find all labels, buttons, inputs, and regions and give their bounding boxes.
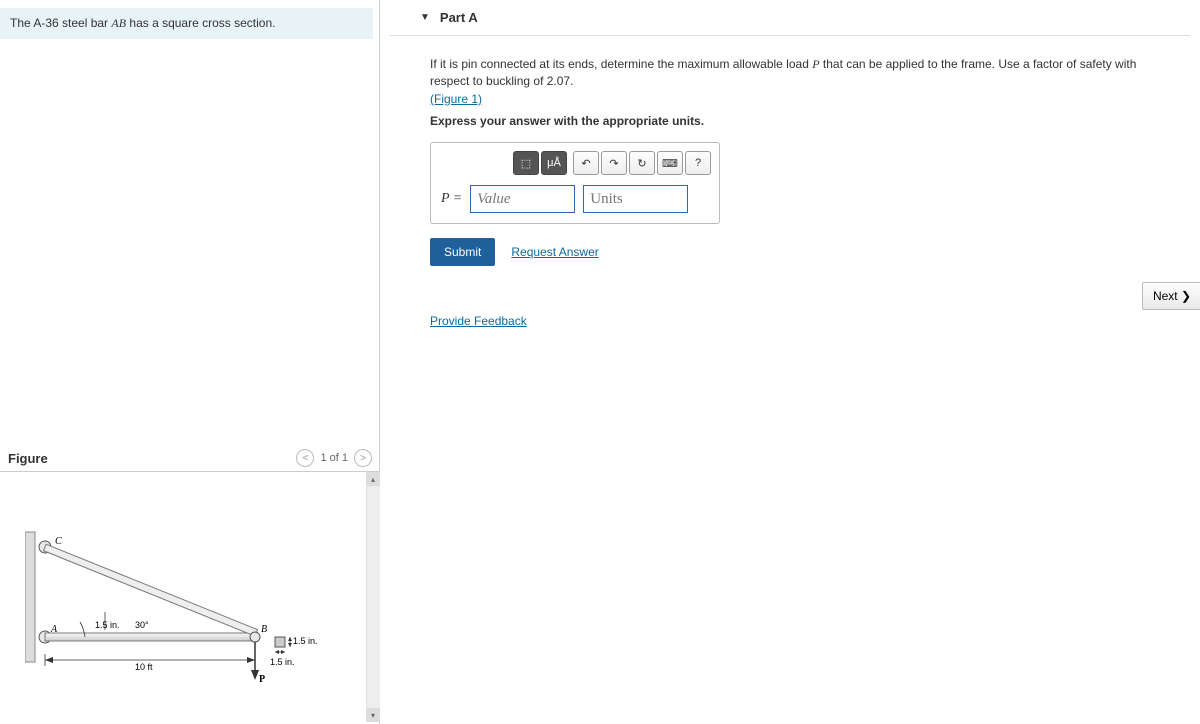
redo-button[interactable]: ↷	[601, 151, 627, 175]
figure-title: Figure	[8, 451, 48, 466]
units-symbol-button[interactable]: μÅ	[541, 151, 567, 175]
part-content: If it is pin connected at its ends, dete…	[390, 36, 1190, 348]
problem-statement: The A-36 steel bar AB has a square cross…	[0, 8, 373, 39]
figure-header: Figure < 1 of 1 >	[0, 445, 380, 472]
figure-section: Figure < 1 of 1 > ▴ ▾ C	[0, 445, 380, 722]
figure-next-button[interactable]: >	[354, 449, 372, 467]
label-B: B	[261, 624, 267, 635]
figure-scroll-up[interactable]: ▴	[366, 472, 380, 486]
answer-variable-label: P =	[441, 191, 462, 207]
collapse-caret-icon: ▼	[420, 12, 430, 23]
part-header[interactable]: ▼ Part A	[390, 0, 1190, 36]
figure-link[interactable]: (Figure 1)	[430, 92, 482, 106]
prompt-var: P	[812, 57, 819, 71]
figure-page-label: 1 of 1	[320, 452, 348, 464]
problem-text-after: has a square cross section.	[126, 16, 275, 30]
problem-text-before: The A-36 steel bar	[10, 16, 111, 30]
undo-button[interactable]: ↶	[573, 151, 599, 175]
answer-row: P =	[431, 185, 719, 213]
label-C: C	[55, 536, 62, 547]
part-title: Part A	[440, 10, 478, 25]
problem-var: AB	[111, 16, 126, 30]
feedback-row: Provide Feedback	[430, 314, 1150, 328]
left-panel: The A-36 steel bar AB has a square cross…	[0, 0, 380, 724]
answer-toolbar: ⬚ μÅ ↶ ↷ ↻ ⌨ ?	[431, 143, 719, 185]
label-angle: 30°	[135, 620, 149, 630]
reset-button[interactable]: ↻	[629, 151, 655, 175]
figure-nav: < 1 of 1 >	[296, 449, 372, 467]
value-input[interactable]	[470, 185, 575, 213]
label-P: P	[259, 674, 265, 685]
provide-feedback-link[interactable]: Provide Feedback	[430, 314, 527, 328]
units-input[interactable]	[583, 185, 688, 213]
keyboard-button[interactable]: ⌨	[657, 151, 683, 175]
figure-scroll-down[interactable]: ▾	[366, 708, 380, 722]
figure-scrollbar[interactable]	[366, 472, 380, 722]
label-cs1: 1.5 in.	[293, 636, 318, 646]
request-answer-link[interactable]: Request Answer	[511, 245, 598, 259]
part-prompt: If it is pin connected at its ends, dete…	[430, 56, 1150, 108]
answer-instruction: Express your answer with the appropriate…	[430, 114, 1150, 128]
figure-prev-button[interactable]: <	[296, 449, 314, 467]
prompt-before: If it is pin connected at its ends, dete…	[430, 57, 812, 71]
label-span: 10 ft	[135, 662, 153, 672]
label-cs2: 1.5 in.	[270, 657, 295, 667]
figure-body: ▴ ▾ C A	[0, 472, 380, 722]
submit-button[interactable]: Submit	[430, 238, 495, 266]
label-dim-bar: 1.5 in.	[95, 620, 120, 630]
submit-row: Submit Request Answer	[430, 238, 1150, 266]
right-panel: ▼ Part A If it is pin connected at its e…	[380, 0, 1200, 724]
answer-box: ⬚ μÅ ↶ ↷ ↻ ⌨ ? P =	[430, 142, 720, 224]
templates-button[interactable]: ⬚	[513, 151, 539, 175]
help-button[interactable]: ?	[685, 151, 711, 175]
next-button[interactable]: Next ❯	[1142, 282, 1200, 310]
figure-diagram: C A B P	[25, 502, 325, 702]
